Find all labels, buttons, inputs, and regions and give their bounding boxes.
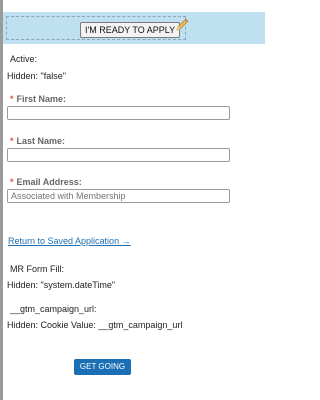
gtm-campaign-url-hidden-value: Hidden: Cookie Value: __gtm_campaign_url [7, 320, 183, 330]
return-to-saved-application-link[interactable]: Return to Saved Application → [8, 236, 131, 246]
email-label: * Email Address: [10, 177, 82, 187]
required-marker: * [10, 177, 14, 187]
first-name-label-text: First Name: [16, 94, 67, 104]
mr-form-fill-hidden-value: Hidden: "system.dateTime" [7, 280, 116, 290]
last-name-label-text: Last Name: [16, 136, 66, 146]
last-name-label: * Last Name: [10, 136, 65, 146]
get-going-button[interactable]: GET GOING [74, 359, 131, 375]
active-hidden-value: Hidden: "false" [7, 71, 66, 81]
mr-form-fill-label: MR Form Fill: [10, 264, 64, 274]
email-field[interactable] [7, 189, 230, 203]
email-label-text: Email Address: [16, 177, 82, 187]
required-marker: * [10, 94, 14, 104]
active-label: Active: [10, 54, 38, 64]
last-name-field[interactable] [7, 148, 230, 162]
first-name-label: * First Name: [10, 94, 66, 104]
left-border [0, 0, 3, 400]
first-name-field[interactable] [7, 106, 230, 120]
required-marker: * [10, 136, 14, 146]
gtm-campaign-url-label: __gtm_campaign_url: [10, 304, 97, 314]
pencil-icon[interactable] [174, 17, 190, 33]
ready-to-apply-button[interactable]: I'M READY TO APPLY [80, 22, 181, 38]
